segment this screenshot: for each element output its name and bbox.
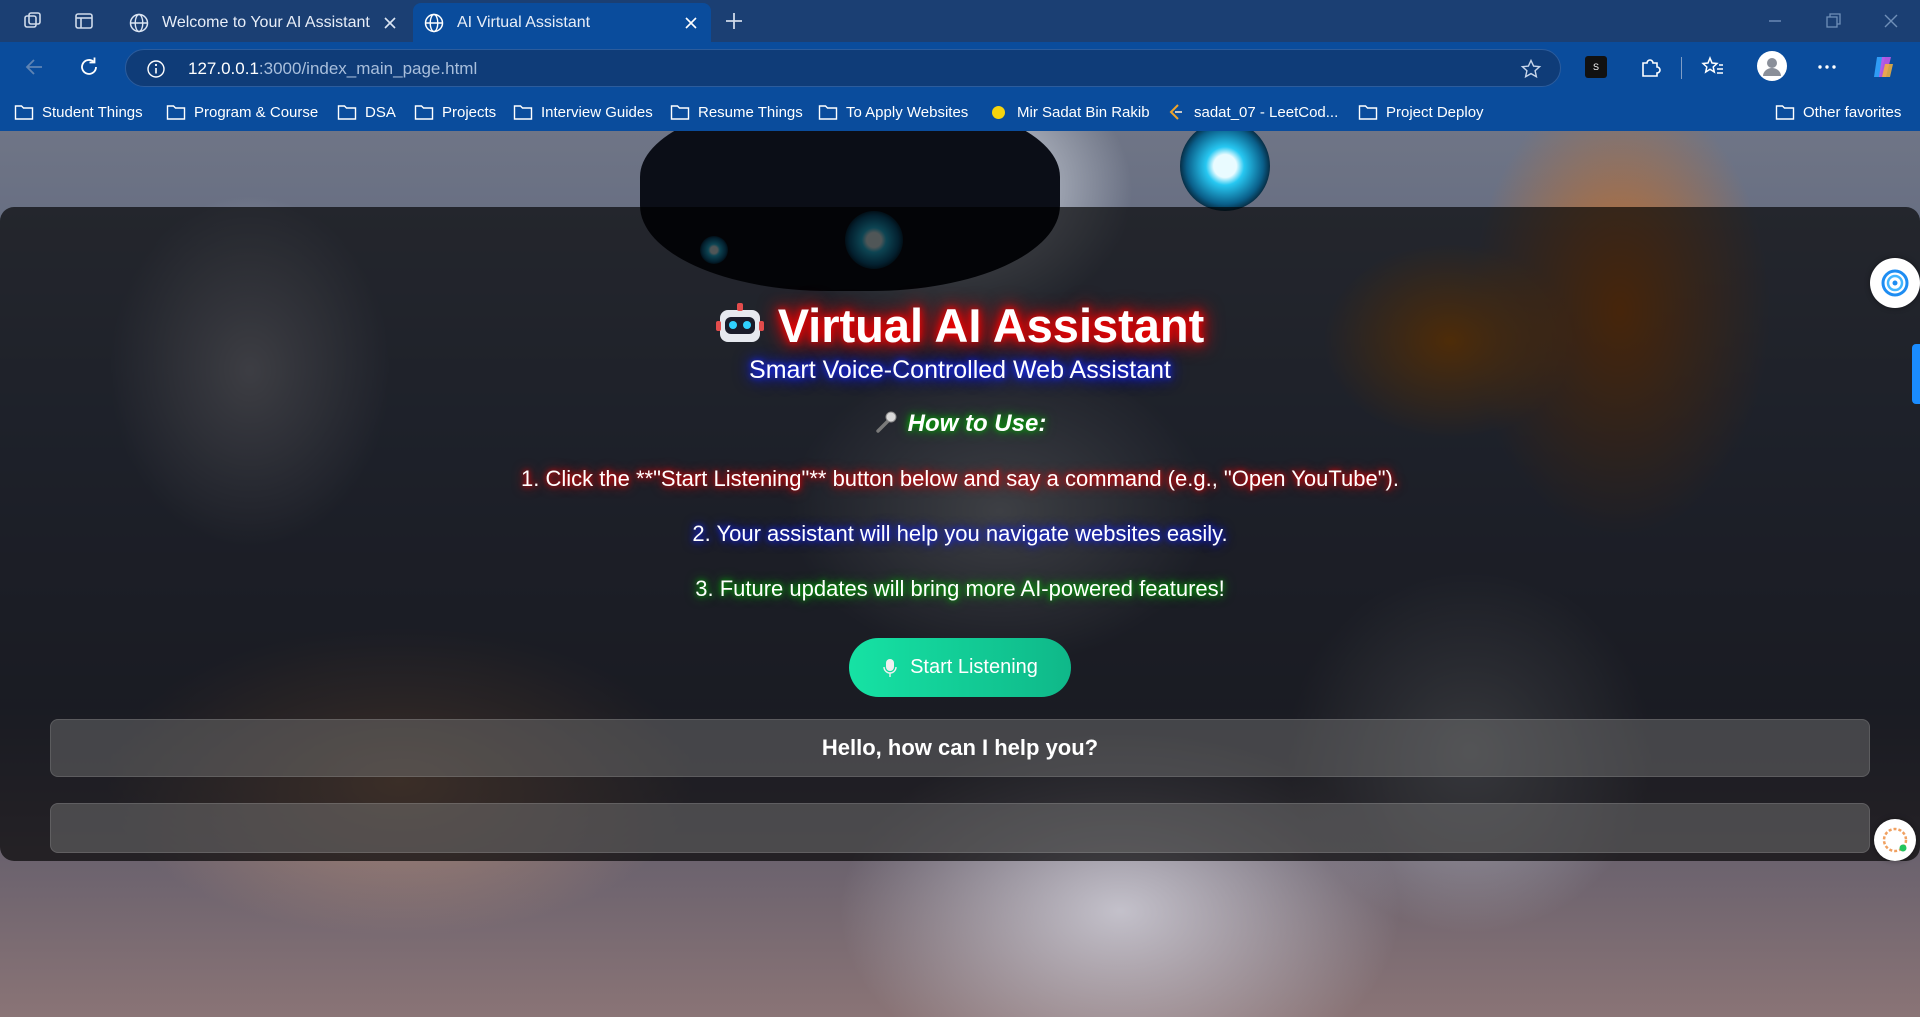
folder-icon	[1358, 105, 1378, 120]
page-title-text: Virtual AI Assistant	[777, 299, 1205, 352]
address-toolbar: 127.0.0.1:3000/index_main_page.html S	[0, 42, 1920, 93]
tab-label: AI Virtual Assistant	[457, 13, 591, 31]
extension-badge-icon[interactable]: S	[1583, 54, 1609, 80]
bookmark-program-course[interactable]: Program & Course	[166, 101, 318, 123]
bookmark-label: DSA	[365, 103, 396, 121]
assistant-orb-icon	[1882, 827, 1908, 853]
folder-icon	[337, 105, 357, 120]
bookmark-other-favorites[interactable]: Other favorites	[1775, 101, 1901, 123]
start-listening-button[interactable]: Start Listening	[849, 638, 1071, 697]
instruction-step-3: 3. Future updates will bring more AI-pow…	[695, 576, 1225, 601]
tab-ai-virtual-assistant[interactable]: AI Virtual Assistant	[413, 3, 711, 42]
bookmark-mir-sadat[interactable]: Mir Sadat Bin Rakib	[992, 101, 1150, 123]
yellow-dot-icon	[992, 105, 1005, 119]
extensions-icon[interactable]	[1637, 54, 1663, 80]
bookmark-student-things[interactable]: Student Things	[14, 101, 143, 123]
tab-label: Welcome to Your AI Assistant	[162, 13, 370, 31]
leetcode-icon	[1169, 104, 1182, 120]
bookmark-resume-things[interactable]: Resume Things	[670, 101, 803, 123]
folder-icon	[670, 105, 690, 120]
instruction-step-2: 2. Your assistant will help you navigate…	[692, 521, 1228, 546]
back-icon[interactable]	[22, 54, 48, 80]
page-title: Virtual AI Assistant	[0, 298, 1920, 353]
site-info-icon[interactable]	[146, 59, 166, 79]
sidebar-edge-tab[interactable]	[1912, 344, 1920, 404]
url-path: :3000/index_main_page.html	[258, 59, 478, 78]
globe-icon	[129, 13, 149, 32]
instruction-step-1: 1. Click the **"Start Listening"** butto…	[521, 466, 1399, 491]
how-to-heading: How to Use:	[0, 410, 1920, 438]
bookmark-label: To Apply Websites	[846, 103, 969, 121]
folder-icon	[166, 105, 186, 120]
folder-icon	[1775, 105, 1795, 120]
tab-welcome[interactable]: Welcome to Your AI Assistant	[118, 3, 410, 42]
new-tab-icon[interactable]	[720, 8, 748, 34]
assistant-reply-box: Hello, how can I help you?	[50, 719, 1870, 777]
copilot-icon[interactable]	[1870, 54, 1896, 80]
page-subtitle: Smart Voice-Controlled Web Assistant	[749, 356, 1171, 384]
microphone-icon	[875, 411, 897, 433]
robot-eye-right	[1180, 131, 1270, 211]
bookmark-label: Other favorites	[1803, 103, 1902, 121]
minimize-icon[interactable]	[1764, 10, 1786, 32]
sidebar-swirl-button[interactable]	[1870, 258, 1920, 308]
globe-icon	[424, 13, 444, 32]
bookmark-label: Student Things	[42, 103, 143, 121]
profile-avatar-icon[interactable]	[1757, 51, 1787, 81]
bookmark-to-apply-websites[interactable]: To Apply Websites	[818, 101, 968, 123]
folder-icon	[14, 105, 34, 120]
bookmark-label: Program & Course	[194, 103, 319, 121]
microphone-icon	[883, 658, 897, 677]
folder-icon	[414, 105, 434, 120]
toolbar-separator	[1681, 57, 1682, 79]
floating-assistant-button[interactable]	[1874, 819, 1916, 861]
close-window-icon[interactable]	[1880, 10, 1902, 32]
browser-titlebar: Welcome to Your AI Assistant AI Virtual …	[0, 0, 1920, 42]
close-tab-icon[interactable]	[380, 13, 400, 33]
swirl-icon	[1881, 269, 1909, 297]
folder-icon	[818, 105, 838, 120]
refresh-icon[interactable]	[76, 54, 102, 80]
bookmark-label: Interview Guides	[541, 103, 653, 121]
address-bar[interactable]: 127.0.0.1:3000/index_main_page.html	[125, 49, 1561, 87]
favorite-star-icon[interactable]	[1520, 58, 1542, 80]
workspaces-icon[interactable]	[20, 8, 46, 34]
bookmark-leetcode[interactable]: sadat_07 - LeetCod...	[1166, 101, 1338, 123]
bookmark-label: Project Deploy	[1386, 103, 1484, 121]
bookmark-label: Resume Things	[698, 103, 803, 121]
bookmark-label: Mir Sadat Bin Rakib	[1017, 103, 1150, 121]
web-page: Virtual AI Assistant Smart Voice-Control…	[0, 131, 1920, 1017]
restore-icon[interactable]	[1822, 10, 1844, 32]
bookmark-dsa[interactable]: DSA	[337, 101, 396, 123]
more-options-icon[interactable]	[1814, 54, 1840, 80]
favorites-icon[interactable]	[1700, 54, 1726, 80]
start-listening-label: Start Listening	[910, 656, 1038, 678]
folder-icon	[513, 105, 533, 120]
how-to-text: How to Use:	[907, 410, 1047, 437]
tab-actions-icon[interactable]	[71, 8, 97, 34]
command-output-box	[50, 803, 1870, 853]
url-host: 127.0.0.1	[188, 59, 259, 78]
bookmarks-bar: Student Things Program & Course DSA Proj…	[0, 93, 1920, 131]
robot-icon	[715, 303, 764, 342]
bookmark-interview-guides[interactable]: Interview Guides	[513, 101, 653, 123]
bookmark-projects[interactable]: Projects	[414, 101, 496, 123]
bookmark-project-deploy[interactable]: Project Deploy	[1358, 101, 1484, 123]
bookmark-label: Projects	[442, 103, 497, 121]
bookmark-label: sadat_07 - LeetCod...	[1194, 103, 1339, 121]
close-tab-icon[interactable]	[681, 13, 701, 33]
url-text[interactable]: 127.0.0.1:3000/index_main_page.html	[188, 59, 477, 79]
